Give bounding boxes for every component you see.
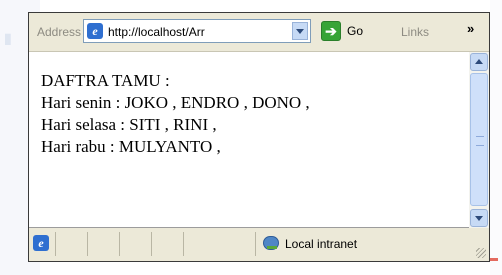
guest-line-wednesday: Hari rabu : MULYANTO , [41, 137, 221, 156]
local-intranet-icon [263, 236, 279, 250]
status-separator [255, 232, 256, 256]
scrollbar-thumb[interactable] [470, 73, 488, 206]
address-label: Address [37, 25, 82, 39]
resize-grip-icon[interactable] [476, 248, 486, 258]
page-content: DAFTRA TAMU : Hari senin : JOKO , ENDRO … [29, 52, 469, 228]
background-watermark: ▮ [4, 30, 12, 46]
page-text: DAFTRA TAMU : Hari senin : JOKO , ENDRO … [41, 70, 310, 158]
status-separator [55, 232, 56, 256]
guest-line-monday: Hari senin : JOKO , ENDRO , DONO , [41, 93, 310, 112]
page-heading: DAFTRA TAMU : [41, 71, 170, 90]
background-page-right [490, 0, 502, 275]
status-ie-icon: e [33, 235, 49, 251]
links-button[interactable]: Links [401, 25, 429, 39]
go-arrow-icon: ➔ [321, 21, 341, 41]
status-bar: e Local intranet [29, 228, 489, 261]
address-url[interactable]: http://localhost/Arr [108, 25, 205, 39]
browser-window: Address e http://localhost/Arr ➔ Go Link… [28, 12, 490, 262]
address-input[interactable]: e http://localhost/Arr [83, 19, 311, 43]
scroll-down-arrow-icon[interactable] [470, 209, 488, 227]
go-button[interactable]: ➔ Go [321, 20, 381, 42]
go-label: Go [347, 24, 364, 38]
vertical-scrollbar[interactable] [469, 52, 489, 228]
scrollbar-grip [476, 136, 484, 146]
status-separator [183, 232, 184, 256]
toolbar-chevron-icon[interactable]: » [467, 21, 474, 36]
status-separator [119, 232, 120, 256]
scroll-up-arrow-icon[interactable] [470, 53, 488, 71]
guest-line-tuesday: Hari selasa : SITI , RINI , [41, 115, 217, 134]
security-zone-label: Local intranet [285, 237, 358, 251]
status-separator [151, 232, 152, 256]
address-dropdown-button[interactable] [292, 22, 308, 40]
address-bar: Address e http://localhost/Arr ➔ Go Link… [29, 13, 489, 52]
status-separator [87, 232, 88, 256]
ie-page-icon: e [87, 23, 103, 39]
